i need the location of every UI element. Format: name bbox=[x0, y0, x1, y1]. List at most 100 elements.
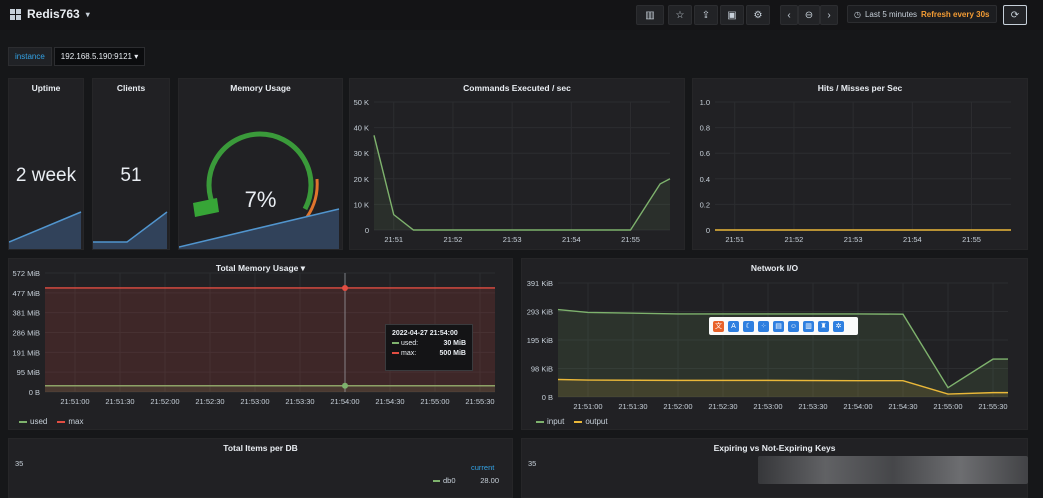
y-tick-label: 98 KiB bbox=[531, 365, 553, 374]
legend-label-used: used bbox=[30, 417, 48, 426]
x-tick-label: 21:53 bbox=[503, 235, 522, 244]
x-tick-label: 21:54 bbox=[903, 235, 922, 244]
time-back-button[interactable]: ‹ bbox=[780, 5, 798, 25]
x-tick-label: 21:51:00 bbox=[60, 397, 89, 406]
items-db-panel[interactable]: Total Items per DB 35 current db0 28.00 bbox=[8, 438, 513, 498]
moon-icon[interactable]: ☾ bbox=[743, 320, 754, 332]
clients-sparkline bbox=[93, 211, 168, 249]
time-forward-button[interactable]: › bbox=[820, 5, 838, 25]
uptime-sparkline bbox=[9, 211, 82, 249]
apps-grid-icon bbox=[10, 8, 21, 20]
text-icon[interactable]: A bbox=[728, 320, 739, 332]
settings-button[interactable]: ⚙ bbox=[746, 5, 770, 25]
window-icon[interactable]: ▤ bbox=[773, 320, 784, 332]
y-tick-label: 0.2 bbox=[700, 200, 710, 209]
x-tick-label: 21:53 bbox=[844, 235, 863, 244]
x-tick-label: 21:52 bbox=[444, 235, 463, 244]
legend-label-output: output bbox=[585, 417, 608, 426]
tooltip-used-value: 30 MiB bbox=[443, 340, 466, 347]
x-tick-label: 21:52 bbox=[785, 235, 804, 244]
legend-item-output[interactable]: output bbox=[574, 417, 608, 426]
user-icon[interactable]: ☺ bbox=[788, 320, 799, 332]
share-button[interactable]: ⇪ bbox=[694, 5, 718, 25]
x-tick-label: 21:55:00 bbox=[420, 397, 449, 406]
x-tick-label: 21:51:30 bbox=[618, 402, 647, 411]
refresh-button[interactable]: ⟳ bbox=[1003, 5, 1027, 25]
building-icon[interactable]: ▥ bbox=[803, 320, 814, 332]
legend-header: current bbox=[471, 463, 495, 472]
memory-gauge bbox=[179, 131, 340, 249]
dashboard-title-button[interactable]: Redis763 ▾ bbox=[10, 7, 90, 21]
star-button[interactable]: ☆ bbox=[668, 5, 692, 25]
y-tick-label: 195 KiB bbox=[527, 336, 553, 345]
clients-panel[interactable]: Clients 51 bbox=[92, 78, 170, 250]
y-tick-label: 10 K bbox=[354, 200, 369, 209]
tooltip-max-value: 500 MiB bbox=[439, 350, 466, 357]
x-tick-label: 21:55 bbox=[621, 235, 640, 244]
y-tick-label: 381 MiB bbox=[12, 309, 40, 318]
y-tick-label: 1.0 bbox=[700, 98, 710, 107]
x-tick-label: 21:54:30 bbox=[375, 397, 404, 406]
add-panel-button[interactable]: ▥ bbox=[636, 5, 664, 25]
hits-panel[interactable]: Hits / Misses per Sec 0 0.2 0.4 0.6 0.8 1.0 21… bbox=[692, 78, 1028, 250]
y-tick-label: 40 K bbox=[354, 124, 369, 133]
uptime-value: 2 week bbox=[15, 165, 77, 186]
uptime-panel[interactable]: Uptime 2 week bbox=[8, 78, 84, 250]
instance-value: 192.168.5.190:9121 bbox=[60, 52, 132, 61]
memory-usage-panel[interactable]: Memory Usage 7% bbox=[178, 78, 343, 250]
tooltip-time: 2022-04-27 21:54:00 bbox=[392, 330, 458, 337]
panel-title: Uptime bbox=[31, 83, 61, 93]
y-tick-label: 30 K bbox=[354, 149, 369, 158]
x-tick-label: 21:52:00 bbox=[150, 397, 179, 406]
save-button[interactable]: ▣ bbox=[720, 5, 744, 25]
instance-select[interactable]: 192.168.5.190:9121 ▾ bbox=[53, 47, 146, 66]
gear-icon: ⚙ bbox=[753, 9, 763, 21]
save-icon: ▣ bbox=[727, 9, 737, 21]
x-tick-label: 21:55:30 bbox=[465, 397, 494, 406]
legend-label-max: max bbox=[68, 417, 84, 426]
gear-icon[interactable]: ✲ bbox=[833, 320, 844, 332]
y-tick-label: 95 MiB bbox=[17, 368, 40, 377]
y-tick-label: 286 MiB bbox=[12, 329, 40, 338]
star-icon: ☆ bbox=[675, 9, 685, 21]
variable-label: instance bbox=[8, 47, 52, 66]
y-tick-label: 0.8 bbox=[700, 124, 710, 133]
x-tick-label: 21:51 bbox=[384, 235, 403, 244]
y-tick-label: 0 B bbox=[29, 388, 40, 397]
tooltip-max-label: max: bbox=[401, 350, 417, 357]
time-range-picker[interactable]: ◷ Last 5 minutes Refresh every 30s bbox=[847, 5, 997, 23]
legend-item-max[interactable]: max bbox=[57, 417, 83, 426]
commands-panel[interactable]: Commands Executed / sec 0 10 K 20 K 30 K 40 … bbox=[349, 78, 685, 250]
chevron-left-icon: ‹ bbox=[787, 9, 791, 21]
y-tick-label: 20 K bbox=[354, 175, 369, 184]
top-navbar: Redis763 ▾ ▥ ☆ ⇪ ▣ ⚙ ‹ ⊖ › ◷ Last 5 minu… bbox=[0, 0, 1043, 30]
y-tick-label: 0.4 bbox=[700, 175, 710, 184]
panel-title: Expiring vs Not-Expiring Keys bbox=[713, 443, 836, 453]
legend-item-input[interactable]: input bbox=[536, 417, 564, 426]
legend-label-input: input bbox=[547, 417, 565, 426]
dots-icon[interactable]: ⁘ bbox=[758, 320, 769, 332]
bar-chart-add-icon: ▥ bbox=[645, 9, 655, 21]
legend-row-db0[interactable]: db0 28.00 bbox=[433, 476, 499, 485]
hover-point-used bbox=[342, 382, 348, 389]
commands-chart: 0 10 K 20 K 30 K 40 K 50 K 21:51 21:52 21:53 21:5… bbox=[354, 98, 671, 244]
legend-label-db0: db0 bbox=[443, 476, 456, 485]
x-tick-label: 21:53:00 bbox=[753, 402, 782, 411]
network-panel[interactable]: Network I/O 0 B 98 KiB 195 KiB 293 KiB 391 K… bbox=[521, 258, 1028, 430]
panel-title: Clients bbox=[116, 83, 146, 93]
y-tick-label: 572 MiB bbox=[12, 269, 40, 278]
tooltip-row-max: max: 500 MiB bbox=[392, 350, 466, 357]
translate-icon[interactable]: 文 bbox=[713, 320, 724, 332]
tooltip-used-label: used: bbox=[401, 340, 419, 347]
x-tick-label: 21:53:30 bbox=[285, 397, 314, 406]
zoom-out-button[interactable]: ⊖ bbox=[798, 5, 820, 25]
y-axis-top-label: 35 bbox=[15, 459, 24, 468]
chart-tooltip: 2022-04-27 21:54:00 used: 30 MiB max: 50… bbox=[385, 324, 473, 371]
series-area-series-1 bbox=[374, 135, 670, 230]
shirt-icon[interactable]: ♜ bbox=[818, 320, 829, 332]
legend-item-used[interactable]: used bbox=[19, 417, 47, 426]
x-tick-label: 21:55 bbox=[962, 235, 981, 244]
x-tick-label: 21:55:00 bbox=[933, 402, 962, 411]
x-tick-label: 21:55:30 bbox=[978, 402, 1007, 411]
tooltip-row-used: used: 30 MiB bbox=[392, 340, 466, 347]
